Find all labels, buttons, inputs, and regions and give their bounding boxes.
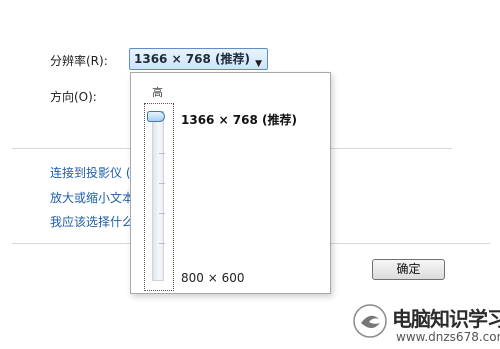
watermark-logo [353, 304, 387, 338]
resolution-slider-track[interactable] [152, 111, 164, 281]
orientation-label: 方向(O): [50, 90, 97, 104]
slider-high-label: 高 [152, 86, 163, 99]
ok-button[interactable]: 确定 [372, 259, 445, 280]
watermark-name: 电脑知识学习网 [392, 307, 500, 331]
resolution-slider-thumb[interactable] [147, 111, 165, 122]
slider-option-bottom: 800 × 600 [181, 271, 245, 285]
slider-tick [159, 213, 165, 214]
slider-tick [159, 183, 165, 184]
watermark-url: www.dnzs678.com [396, 330, 500, 344]
slider-option-top: 1366 × 768 (推荐) [181, 113, 298, 127]
which-settings-link[interactable]: 我应该选择什么 [50, 213, 130, 230]
resize-text-link[interactable]: 放大或缩小文本 [50, 189, 130, 206]
resolution-slider-popup: 高 1366 × 768 (推荐) 800 × 600 [130, 72, 331, 294]
resolution-label: 分辨率(R): [50, 54, 108, 68]
connect-projector-link[interactable]: 连接到投影仪 ( [50, 164, 130, 181]
resolution-dropdown-value: 1366 × 768 (推荐) [134, 52, 251, 66]
resolution-dropdown[interactable]: 1366 × 768 (推荐) ▼ [129, 48, 268, 70]
slider-tick [159, 243, 165, 244]
watermark: 电脑知识学习网 www.dnzs678.com [352, 301, 500, 347]
chevron-down-icon: ▼ [255, 59, 262, 69]
slider-tick [159, 153, 165, 154]
